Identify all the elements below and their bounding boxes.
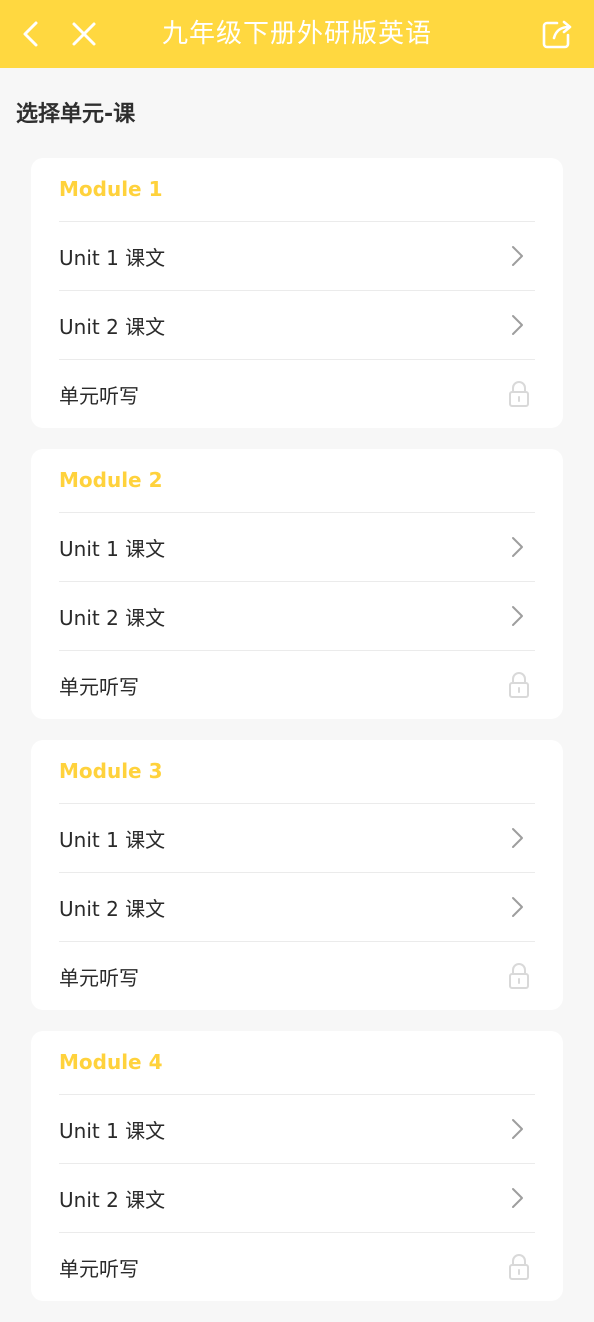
unit-2-lesson-item[interactable]: Unit 2 课文 <box>59 1164 535 1233</box>
item-label: Unit 2 课文 <box>59 1187 166 1212</box>
share-icon[interactable] <box>540 17 574 51</box>
unit-2-lesson-item[interactable]: Unit 2 课文 <box>59 291 535 360</box>
module-title: Module 1 <box>59 158 535 222</box>
close-icon[interactable] <box>68 18 100 50</box>
module-title: Module 4 <box>59 1031 535 1095</box>
chevron-right-icon <box>507 1186 527 1210</box>
lock-icon <box>507 962 531 990</box>
unit-dictation-item[interactable]: 单元听写 <box>59 1233 535 1301</box>
chevron-right-icon <box>507 244 527 268</box>
unit-1-lesson-item[interactable]: Unit 1 课文 <box>59 804 535 873</box>
module-list: Module 1 Unit 1 课文 Unit 2 课文 单元听写 Module… <box>31 158 563 1322</box>
module-card: Module 2 Unit 1 课文 Unit 2 课文 单元听写 <box>31 449 563 719</box>
item-label: 单元听写 <box>59 965 139 990</box>
chevron-right-icon <box>507 1117 527 1141</box>
chevron-right-icon <box>507 604 527 628</box>
module-card: Module 4 Unit 1 课文 Unit 2 课文 单元听写 <box>31 1031 563 1301</box>
item-label: Unit 1 课文 <box>59 536 166 561</box>
item-label: Unit 2 课文 <box>59 896 166 921</box>
module-title: Module 2 <box>59 449 535 513</box>
lock-icon <box>507 380 531 408</box>
unit-1-lesson-item[interactable]: Unit 1 课文 <box>59 222 535 291</box>
chevron-right-icon <box>507 895 527 919</box>
section-title: 选择单元-课 <box>16 102 136 127</box>
unit-2-lesson-item[interactable]: Unit 2 课文 <box>59 873 535 942</box>
item-label: Unit 1 课文 <box>59 245 166 270</box>
lock-icon <box>507 671 531 699</box>
unit-1-lesson-item[interactable]: Unit 1 课文 <box>59 513 535 582</box>
item-label: Unit 1 课文 <box>59 827 166 852</box>
item-label: 单元听写 <box>59 1256 139 1281</box>
unit-1-lesson-item[interactable]: Unit 1 课文 <box>59 1095 535 1164</box>
lock-icon <box>507 1253 531 1281</box>
item-label: Unit 1 课文 <box>59 1118 166 1143</box>
page-title: 九年级下册外研版英语 <box>161 19 432 49</box>
module-card: Module 1 Unit 1 课文 Unit 2 课文 单元听写 <box>31 158 563 428</box>
item-label: 单元听写 <box>59 383 139 408</box>
item-label: 单元听写 <box>59 674 139 699</box>
unit-2-lesson-item[interactable]: Unit 2 课文 <box>59 582 535 651</box>
module-card: Module 3 Unit 1 课文 Unit 2 课文 单元听写 <box>31 740 563 1010</box>
chevron-right-icon <box>507 535 527 559</box>
unit-dictation-item[interactable]: 单元听写 <box>59 651 535 719</box>
unit-dictation-item[interactable]: 单元听写 <box>59 942 535 1010</box>
back-arrow-icon[interactable] <box>16 18 48 50</box>
unit-dictation-item[interactable]: 单元听写 <box>59 360 535 428</box>
chevron-right-icon <box>507 826 527 850</box>
module-title: Module 3 <box>59 740 535 804</box>
item-label: Unit 2 课文 <box>59 314 166 339</box>
chevron-right-icon <box>507 313 527 337</box>
item-label: Unit 2 课文 <box>59 605 166 630</box>
top-bar: 九年级下册外研版英语 <box>0 0 594 68</box>
